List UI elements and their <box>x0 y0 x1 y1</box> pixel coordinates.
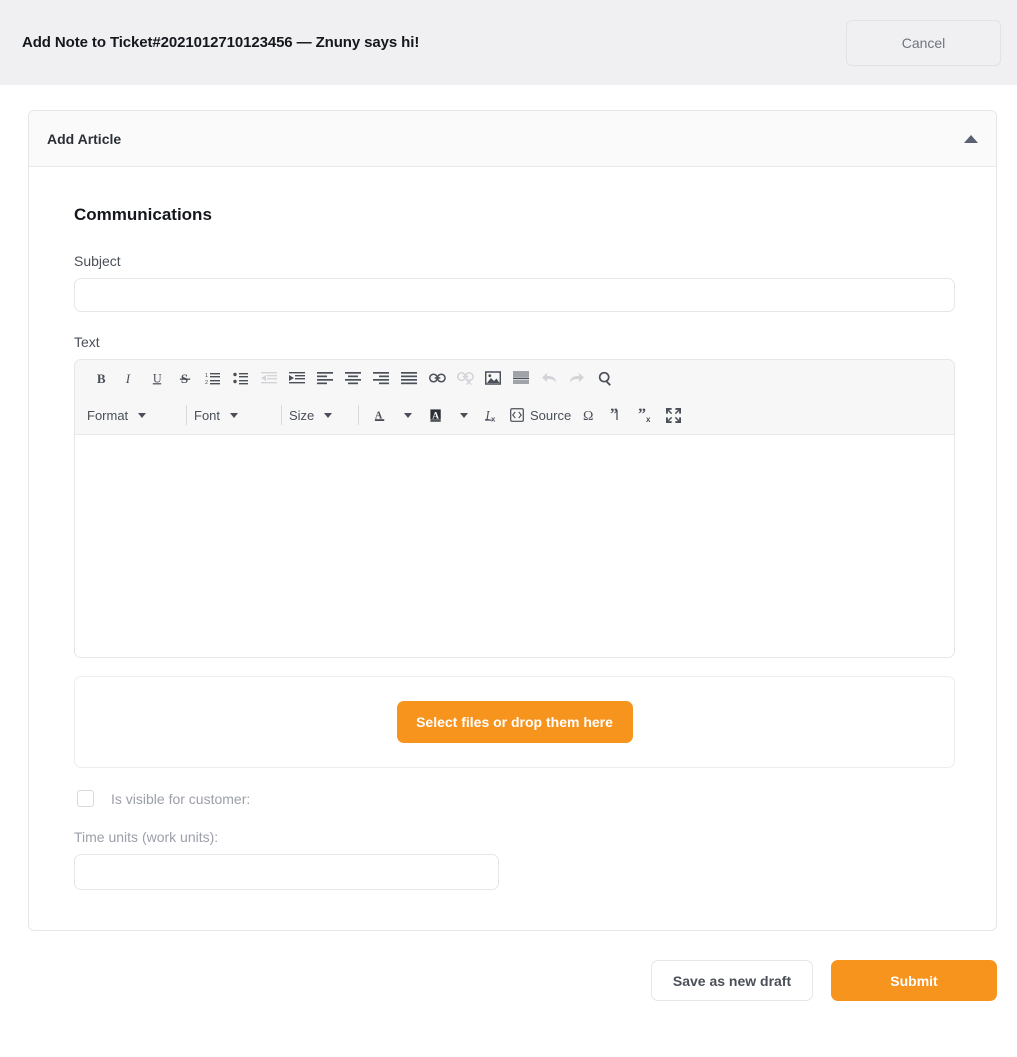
align-center-icon[interactable] <box>339 365 367 391</box>
visible-for-customer-row: Is visible for customer: <box>74 790 951 807</box>
panel-body: Communications Subject Text B I U 1 2 Fo… <box>29 167 996 930</box>
file-dropzone[interactable]: Select files or drop them here <box>74 676 955 768</box>
redo-icon <box>563 365 591 391</box>
svg-text:1: 1 <box>205 373 208 379</box>
svg-text:Ω: Ω <box>583 409 593 423</box>
editor-toolbar-row-2: Format Font Size A A I x Source Ω ” ” x <box>75 396 954 434</box>
subject-input[interactable] <box>74 278 955 312</box>
triangle-up-icon[interactable] <box>964 134 978 143</box>
align-left-icon[interactable] <box>311 365 339 391</box>
outdent-icon <box>255 365 283 391</box>
search-icon[interactable] <box>591 365 619 391</box>
chevron-down-icon[interactable] <box>394 402 422 428</box>
svg-text:x: x <box>646 415 651 423</box>
source-button[interactable]: Source <box>506 402 575 428</box>
editor-content-area[interactable] <box>75 435 954 657</box>
svg-text:B: B <box>96 371 105 386</box>
page-title: Add Note to Ticket#2021012710123456 — Zn… <box>22 34 420 51</box>
remove-format-icon[interactable]: Ix <box>478 402 506 428</box>
indent-icon[interactable] <box>283 365 311 391</box>
strikethrough-icon[interactable]: S <box>171 365 199 391</box>
format-dropdown-label: Format <box>87 407 129 423</box>
unlink-icon <box>451 365 479 391</box>
visible-for-customer-checkbox[interactable] <box>77 790 94 807</box>
special-character-icon[interactable]: Ω <box>575 402 603 428</box>
background-color-icon[interactable]: A <box>422 402 450 428</box>
toolbar-separator <box>358 405 359 425</box>
svg-text:”: ” <box>638 407 646 423</box>
editor-toolbar: B I U S 12 <box>75 360 954 435</box>
italic-icon[interactable]: I <box>115 365 143 391</box>
rich-text-editor: B I U S 12 <box>74 359 955 658</box>
format-dropdown[interactable]: Format <box>87 402 179 428</box>
bold-icon[interactable]: B <box>87 365 115 391</box>
horizontal-rule-icon[interactable] <box>507 365 535 391</box>
toolbar-separator <box>281 405 282 425</box>
window-header-bar: Add Note to Ticket#2021012710123456 — Zn… <box>0 0 1017 85</box>
font-dropdown-label: Font <box>194 407 221 423</box>
svg-text:A: A <box>432 411 439 421</box>
section-title-communications: Communications <box>74 205 212 224</box>
chevron-down-icon <box>230 412 239 418</box>
chevron-down-icon <box>324 412 333 418</box>
size-dropdown[interactable]: Size <box>289 402 351 428</box>
footer-actions: Save as new draft Submit <box>28 960 997 1001</box>
text-color-icon[interactable]: A <box>366 402 394 428</box>
source-icon <box>510 408 524 422</box>
time-units-input[interactable] <box>74 854 499 890</box>
chevron-down-icon <box>138 412 147 418</box>
svg-text:x: x <box>491 414 496 422</box>
link-icon[interactable] <box>423 365 451 391</box>
quote-open-icon[interactable]: ” <box>603 402 631 428</box>
align-justify-icon[interactable] <box>395 365 423 391</box>
numbered-list-icon[interactable]: 12 <box>199 365 227 391</box>
add-article-panel: Add Article Communications Subject Text … <box>28 110 997 931</box>
select-files-button[interactable]: Select files or drop them here <box>396 701 633 743</box>
image-icon[interactable] <box>479 365 507 391</box>
quote-close-icon[interactable]: ” x <box>631 402 659 428</box>
svg-text:2: 2 <box>205 380 208 385</box>
underline-icon[interactable]: U <box>143 365 171 391</box>
source-label: Source <box>530 407 572 423</box>
bulleted-list-icon[interactable] <box>227 365 255 391</box>
toolbar-separator <box>186 405 187 425</box>
svg-text:I: I <box>124 371 130 386</box>
save-as-new-draft-button[interactable]: Save as new draft <box>651 960 813 1001</box>
cancel-button[interactable]: Cancel <box>846 19 1001 66</box>
undo-icon <box>535 365 563 391</box>
panel-header[interactable]: Add Article <box>29 111 996 167</box>
font-dropdown[interactable]: Font <box>194 402 274 428</box>
maximize-icon[interactable] <box>659 402 687 428</box>
align-right-icon[interactable] <box>367 365 395 391</box>
subject-label: Subject <box>74 253 121 269</box>
text-label: Text <box>74 334 100 350</box>
chevron-down-icon[interactable] <box>450 402 478 428</box>
submit-button[interactable]: Submit <box>831 960 997 1001</box>
time-units-label: Time units (work units): <box>74 829 219 845</box>
visible-for-customer-label: Is visible for customer: <box>111 790 251 807</box>
editor-toolbar-row-1: B I U S 12 <box>75 360 954 396</box>
page-content: Add Article Communications Subject Text … <box>0 85 1017 1001</box>
svg-text:U: U <box>152 371 161 385</box>
panel-title: Add Article <box>47 130 122 147</box>
size-dropdown-label: Size <box>289 407 315 423</box>
